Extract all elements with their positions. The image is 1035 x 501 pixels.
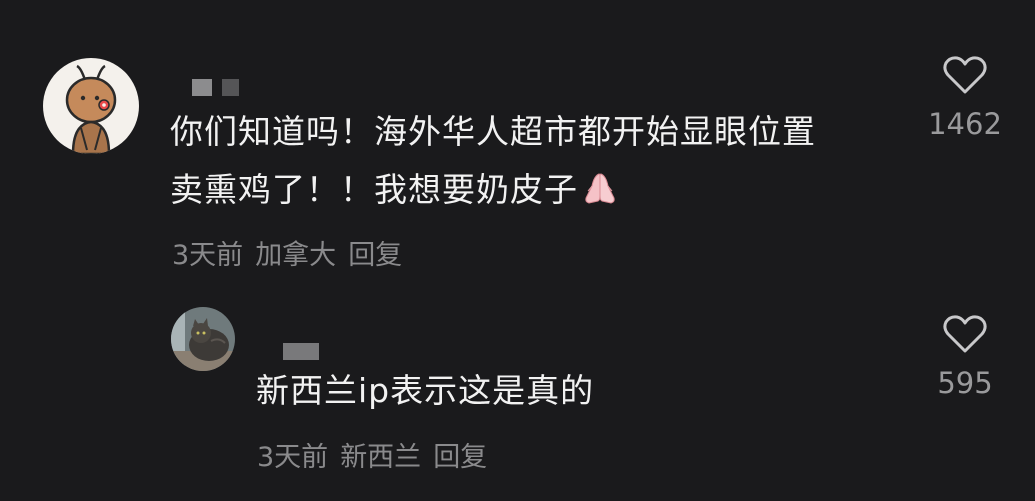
- redacted-name-part: [222, 79, 239, 96]
- folded-hands-icon: [580, 168, 620, 208]
- like-count: 595: [937, 366, 993, 400]
- comment-time: 3天前: [172, 240, 244, 271]
- comment-meta: 3天前 加拿大 回复: [172, 233, 402, 272]
- like-control[interactable]: 1462: [925, 55, 1005, 141]
- redacted-name-part: [192, 79, 212, 96]
- redacted-name-part: [283, 343, 319, 360]
- reply-button[interactable]: 回复: [348, 233, 402, 272]
- cartoon-avatar-icon: [43, 58, 139, 154]
- user-avatar[interactable]: [43, 58, 139, 154]
- comment-text-line2: 卖熏鸡了！！我想要奶皮子: [170, 170, 578, 209]
- comment-time: 3天前: [257, 442, 329, 473]
- comment-text: 你们知道吗！海外华人超市都开始显眼位置 卖熏鸡了！！我想要奶皮子: [170, 103, 816, 219]
- reply-button[interactable]: 回复: [433, 435, 487, 474]
- username-redacted[interactable]: [192, 79, 239, 96]
- user-avatar[interactable]: [171, 307, 235, 371]
- comment-text: 新西兰ip表示这是真的: [256, 362, 594, 420]
- heart-outline-icon[interactable]: [943, 55, 987, 95]
- comment-text-line: 卖熏鸡了！！我想要奶皮子: [170, 161, 816, 219]
- heart-outline-icon[interactable]: [943, 314, 987, 354]
- like-count: 1462: [928, 107, 1002, 141]
- username-redacted[interactable]: [283, 343, 319, 360]
- comment-location: 加拿大: [255, 240, 337, 271]
- comment-text-line: 你们知道吗！海外华人超市都开始显眼位置: [170, 112, 816, 151]
- comment-location: 新西兰: [340, 442, 422, 473]
- cat-avatar-icon: [171, 307, 235, 371]
- like-control[interactable]: 595: [925, 314, 1005, 400]
- comment-text-line: 新西兰ip表示这是真的: [256, 371, 595, 410]
- comment-meta: 3天前 新西兰 回复: [257, 435, 487, 474]
